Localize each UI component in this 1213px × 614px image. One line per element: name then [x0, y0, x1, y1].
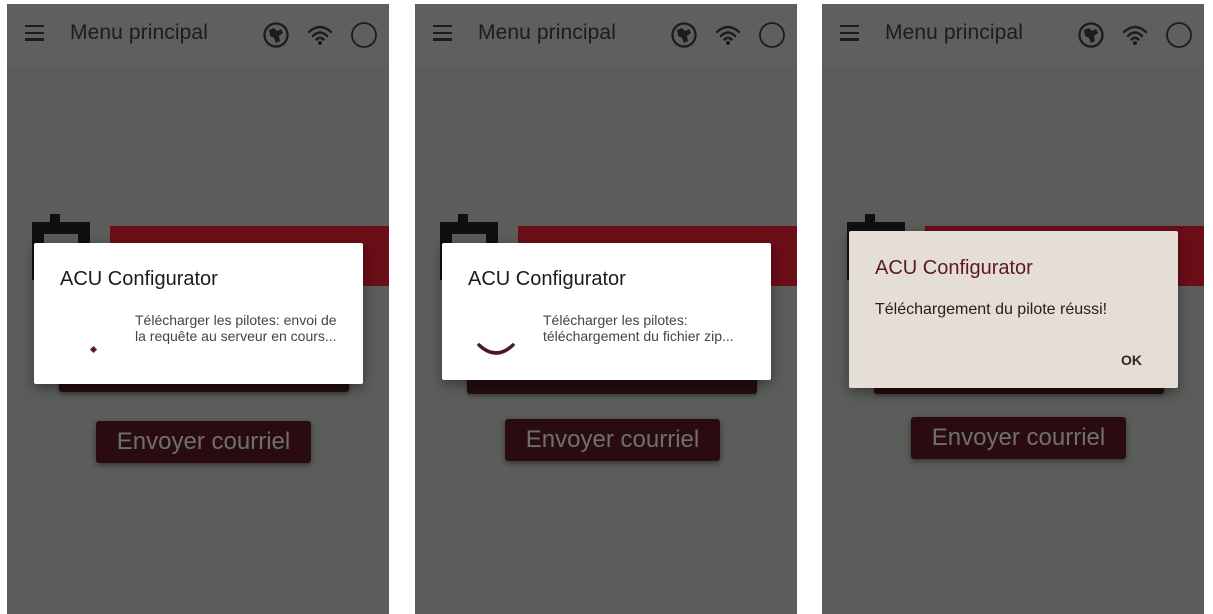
loading-spinner-icon — [477, 343, 515, 355]
globe-icon[interactable] — [1076, 20, 1106, 50]
circle-status-icon — [1164, 20, 1194, 50]
send-email-button[interactable]: Envoyer courriel — [505, 419, 720, 461]
circle-status-icon — [757, 20, 787, 50]
phone-screen-1: Menu principal Envoyer courriel ACU Conf… — [7, 4, 389, 614]
app-bar-title: Menu principal — [478, 21, 616, 44]
progress-dialog: ACU Configurator Télécharger les pilotes… — [34, 243, 363, 384]
hamburger-menu-icon[interactable] — [433, 25, 452, 41]
phone-screen-3: Menu principal Envoyer courriel ACU Conf… — [822, 4, 1204, 614]
dialog-title: ACU Configurator — [468, 268, 626, 290]
loading-spinner-icon — [89, 345, 98, 354]
status-icons — [247, 18, 379, 52]
dialog-message: Télécharger les pilotes: envoi de la req… — [135, 312, 337, 344]
ok-button[interactable]: OK — [1121, 352, 1142, 368]
status-icons — [655, 18, 787, 52]
app-bar: Menu principal — [7, 4, 389, 66]
status-icons — [1062, 18, 1194, 52]
circle-status-icon — [349, 20, 379, 50]
app-bar: Menu principal — [822, 4, 1204, 66]
dialog-title: ACU Configurator — [875, 257, 1033, 279]
app-bar-title: Menu principal — [70, 21, 208, 44]
globe-icon[interactable] — [261, 20, 291, 50]
send-email-button[interactable]: Envoyer courriel — [96, 421, 311, 463]
phone-screen-2: Menu principal Envoyer courriel ACU Conf… — [415, 4, 797, 614]
dialog-message: Télécharger les pilotes: téléchargement … — [543, 312, 734, 344]
hamburger-menu-icon[interactable] — [840, 25, 859, 41]
app-bar: Menu principal — [415, 4, 797, 66]
dialog-message: Téléchargement du pilote réussi! — [875, 301, 1108, 318]
wifi-icon — [713, 20, 743, 50]
progress-dialog: ACU Configurator Télécharger les pilotes… — [442, 243, 771, 380]
app-bar-title: Menu principal — [885, 21, 1023, 44]
send-email-button[interactable]: Envoyer courriel — [911, 417, 1126, 459]
success-dialog: ACU Configurator Téléchargement du pilot… — [849, 231, 1178, 388]
globe-icon[interactable] — [669, 20, 699, 50]
wifi-icon — [1120, 20, 1150, 50]
dialog-title: ACU Configurator — [60, 268, 218, 290]
hamburger-menu-icon[interactable] — [25, 25, 44, 41]
wifi-icon — [305, 20, 335, 50]
